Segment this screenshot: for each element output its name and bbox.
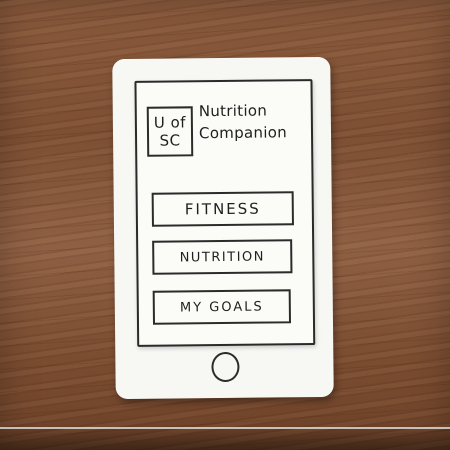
university-logo: U of SC [146,106,194,157]
home-button-icon[interactable] [211,351,240,383]
nutrition-button[interactable]: NUTRITION [152,239,293,275]
logo-line-1: U of [153,113,187,132]
fitness-button[interactable]: FITNESS [151,191,294,227]
paper-phone-prototype: U of SC Nutrition Companion FITNESS NUTR… [112,56,334,400]
app-title-line-2: Companion [198,123,288,143]
video-progress-line[interactable] [0,427,450,429]
logo-line-2: SC [159,131,181,150]
app-title-line-1: Nutrition [198,101,268,121]
app-title: Nutrition Companion [199,99,311,144]
my-goals-button[interactable]: MY GOALS [152,289,292,325]
phone-screen: U of SC Nutrition Companion FITNESS NUTR… [134,79,316,347]
